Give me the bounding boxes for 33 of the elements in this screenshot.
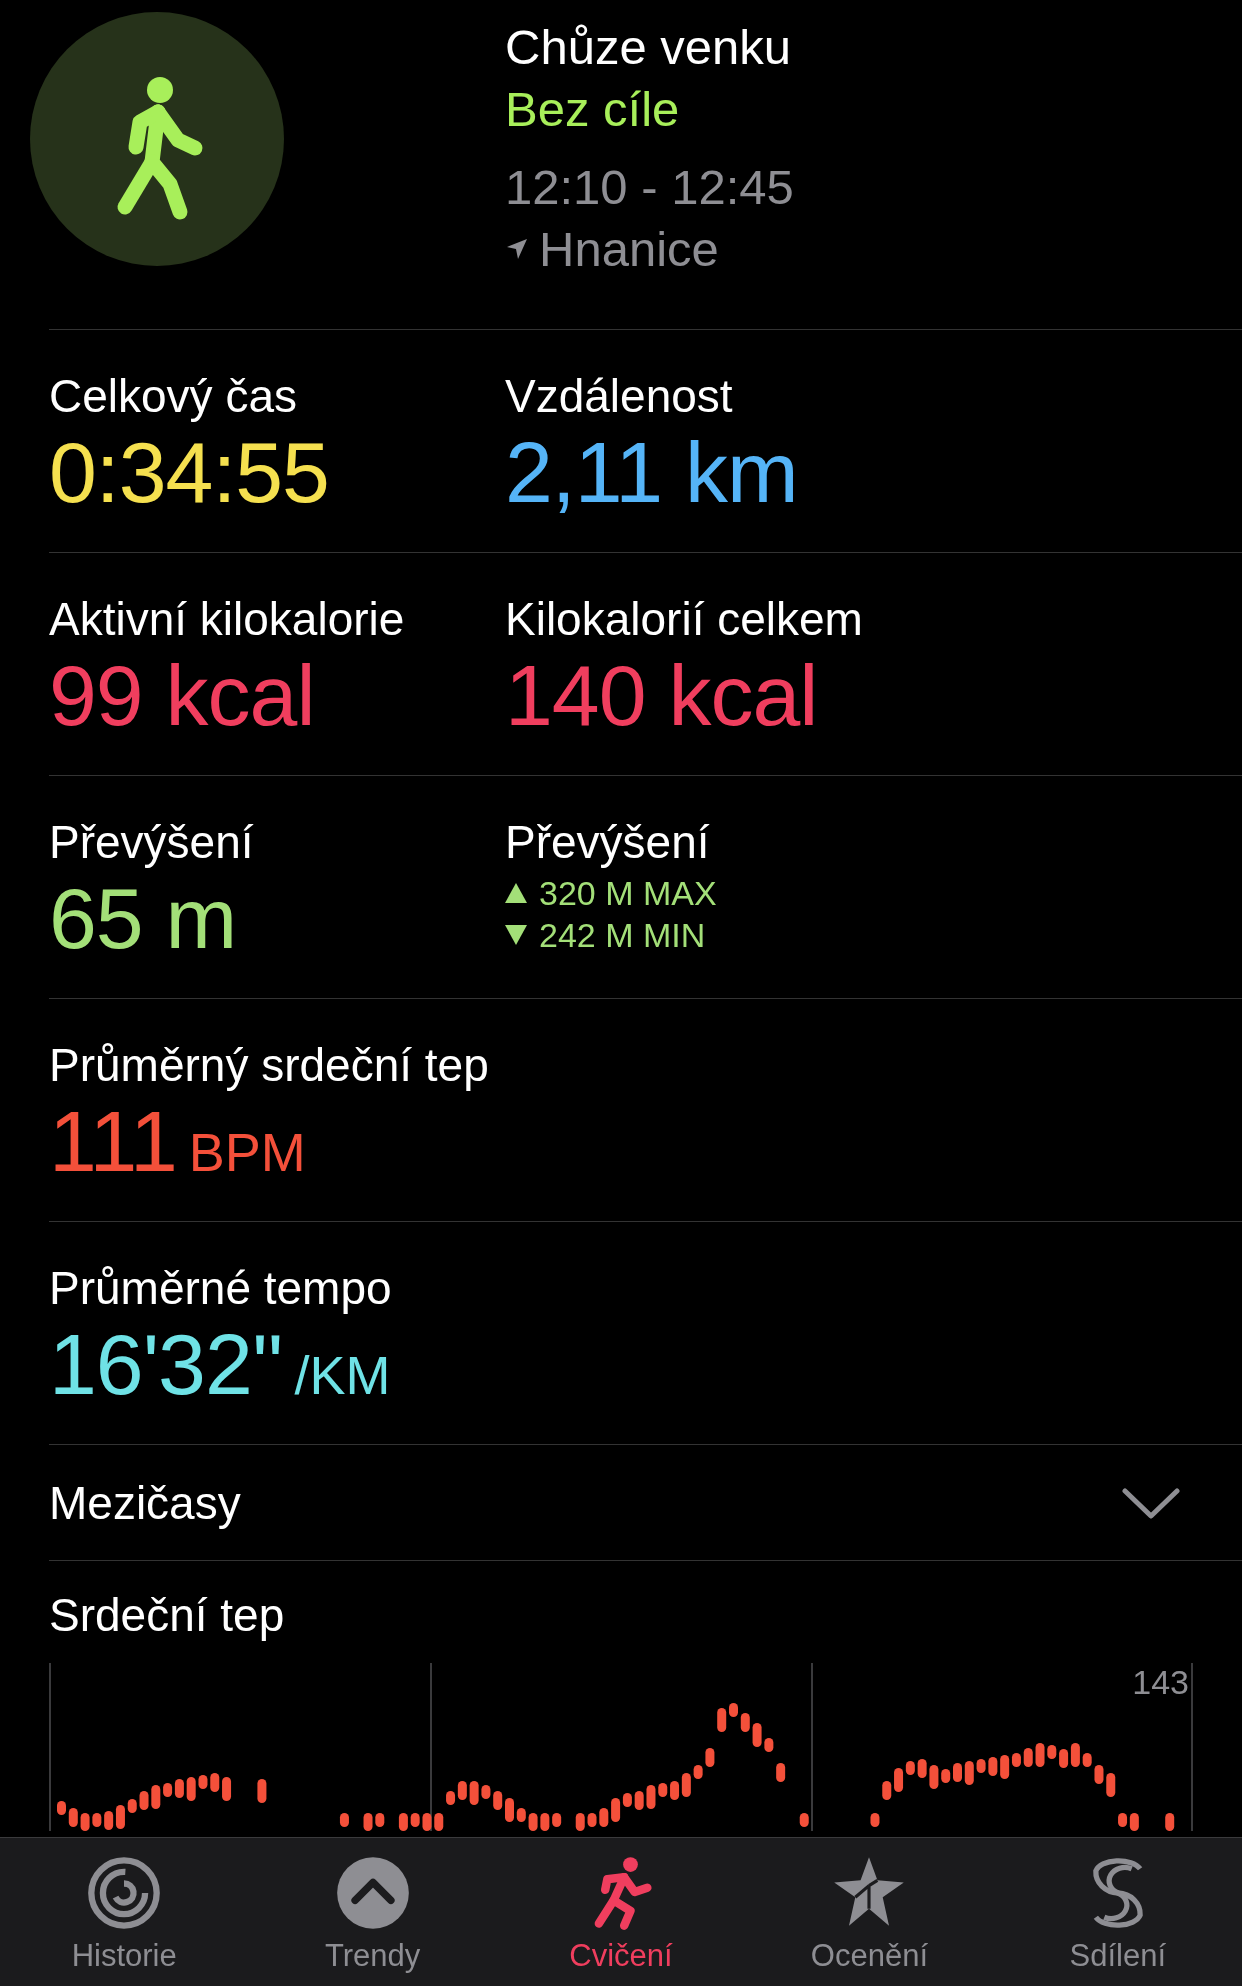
metric-value: 140 kcal xyxy=(505,647,818,743)
metric-label: Vzdálenost xyxy=(505,369,733,424)
walking-person-icon xyxy=(30,12,284,266)
time-range: 12:10 - 12:45 xyxy=(505,159,794,216)
metric-label: Průměrné tempo xyxy=(49,1261,392,1316)
tab[interactable]: Historie xyxy=(0,1838,249,1986)
metric-value: 99 kcal xyxy=(49,647,315,743)
tab[interactable]: Cvičení xyxy=(496,1838,746,1986)
elevation-range-text: 320 M MAX xyxy=(539,874,717,912)
metric-value: 2,11 km xyxy=(505,424,798,520)
metric-label: Celkový čas xyxy=(49,369,297,424)
section-title: Srdeční tep xyxy=(49,1588,286,1643)
tab[interactable]: Ocenění xyxy=(745,1838,994,1986)
metric-value: 0:34:55 xyxy=(49,424,329,520)
metric-label: Převýšení xyxy=(49,815,254,870)
metric-label: Průměrný srdeční tep xyxy=(49,1038,489,1093)
elevation-range-text: 242 M MIN xyxy=(539,916,706,954)
chevron-icon[interactable] xyxy=(1122,1486,1180,1519)
location-arrow-icon xyxy=(505,237,529,261)
metric-value: 16'32''/KM xyxy=(49,1316,391,1414)
tab[interactable]: Trendy xyxy=(248,1838,497,1986)
metric-value: 111 BPM xyxy=(49,1093,306,1191)
workout-title: Chůze venku xyxy=(505,19,792,76)
max-value-label: 143 xyxy=(1132,1663,1189,1702)
tab[interactable]: Sdílení xyxy=(993,1838,1242,1986)
location-text: Hnanice xyxy=(539,221,719,278)
metric-label: Kilokalorií celkem xyxy=(505,592,863,647)
down-triangle-icon xyxy=(505,923,527,947)
splits-label[interactable]: Mezičasy xyxy=(49,1475,241,1530)
metric-label: Převýšení xyxy=(505,815,710,870)
metric-value: 65 m xyxy=(49,870,237,966)
goal-text: Bez cíle xyxy=(505,81,681,138)
metric-label: Aktivní kilokalorie xyxy=(49,592,405,647)
